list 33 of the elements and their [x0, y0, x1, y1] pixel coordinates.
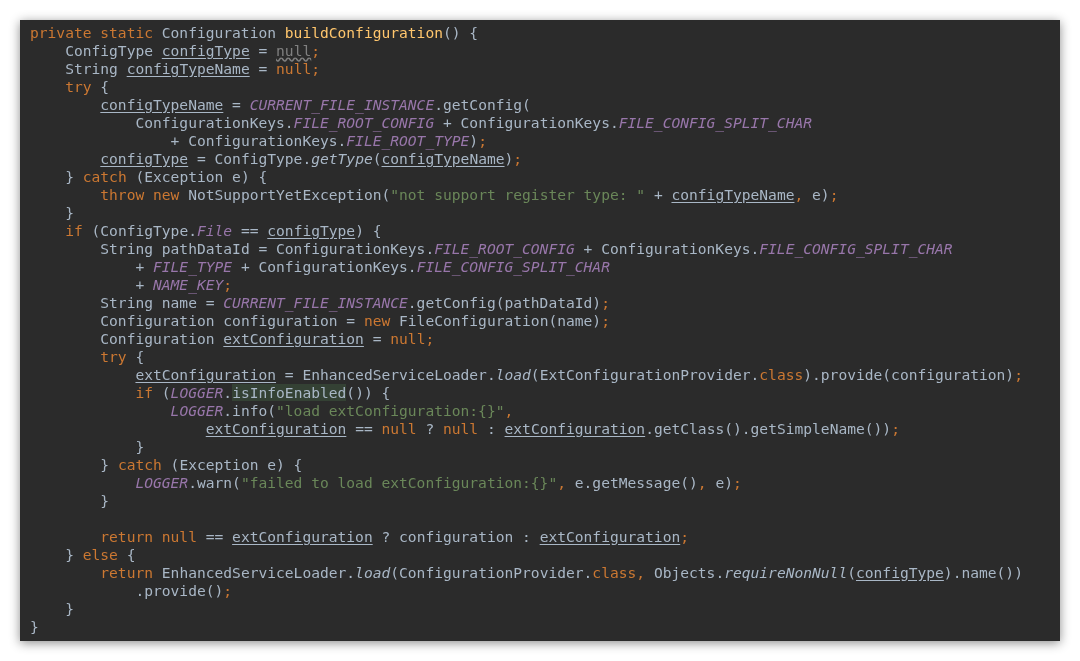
code-line: String name = CURRENT_FILE_INSTANCE.getConfig(pathDataId);: [99, 294, 610, 312]
code-line: configTypeName = CURRENT_FILE_INSTANCE.getConfig(: [99, 96, 531, 114]
code-line: + FILE_TYPE + ConfigurationKeys.FILE_CONFIG_SPLIT_CHAR: [134, 258, 610, 276]
code-line: }: [99, 492, 110, 510]
code-line: String configTypeName = null;: [64, 60, 320, 78]
code-line: ConfigurationKeys.FILE_ROOT_CONFIG + ConfigurationKeys.FILE_CONFIG_SPLIT_CHAR: [134, 114, 812, 132]
code-line: }: [64, 600, 74, 618]
code-line: }: [134, 438, 145, 456]
code-line: throw new NotSupportYetException("not support register type: " + configTypeName, e);: [99, 186, 839, 204]
code-line: + ConfigurationKeys.FILE_ROOT_TYPE);: [169, 132, 487, 150]
code-line: ConfigType configType = null;: [64, 42, 320, 60]
code-line: Configuration configuration = new FileConfiguration(name);: [99, 312, 610, 330]
code-line: return null == extConfiguration ? configuration : extConfiguration;: [99, 528, 690, 546]
code-line: LOGGER.warn("failed to load extConfiguration:{}", e.getMessage(), e);: [134, 474, 742, 492]
code-line: }: [30, 618, 39, 636]
code-line: }: [64, 204, 74, 222]
code-line: extConfiguration = EnhancedServiceLoader.load(ExtConfigurationProvider.class).provide(configuration);: [134, 366, 1023, 384]
code-line: extConfiguration == null ? null : extConfiguration.getClass().getSimpleName());: [204, 420, 900, 438]
code-line: } catch (Exception e) {: [99, 456, 303, 474]
code-line: Configuration extConfiguration = null;: [99, 330, 435, 348]
code-line: configType = ConfigType.getType(configTypeName);: [99, 150, 523, 168]
code-line: try {: [64, 78, 110, 96]
code-line: private static Configuration buildConfiguration() {: [30, 24, 479, 42]
code-line: .provide();: [134, 582, 233, 600]
code-line: try {: [99, 348, 145, 366]
code-line: } catch (Exception e) {: [64, 168, 268, 186]
code-line: } else {: [64, 546, 136, 564]
code-line: LOGGER.info("load extConfiguration:{}",: [169, 402, 514, 420]
code-line: String pathDataId = ConfigurationKeys.FILE_ROOT_CONFIG + ConfigurationKeys.FILE_CONFIG_SPLIT_CHAR: [99, 240, 953, 258]
code-line: if (LOGGER.isInfoEnabled()) {: [134, 384, 391, 402]
code-line: return EnhancedServiceLoader.load(ConfigurationProvider.class, Objects.requireNonNull(configType).name()): [99, 564, 1023, 582]
code-line: + NAME_KEY;: [134, 276, 233, 294]
code-line: if (ConfigType.File == configType) {: [64, 222, 382, 240]
